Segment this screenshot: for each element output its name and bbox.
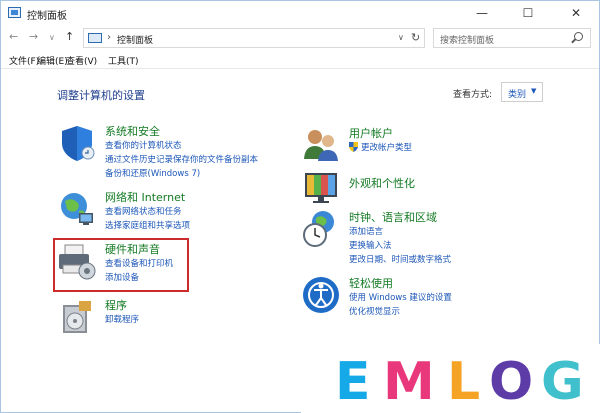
category-network-internet: 网络和 Internet 查看网络状态和任务 选择家庭组和共享选项 — [57, 189, 287, 233]
up-arrow-icon[interactable]: ↑ — [65, 30, 74, 43]
category-title[interactable]: 外观和个性化 — [349, 175, 415, 191]
shield-icon[interactable] — [57, 123, 97, 163]
monitor-palette-icon[interactable] — [301, 169, 341, 209]
category-title[interactable]: 轻松使用 — [349, 275, 393, 291]
link-file-history-backup[interactable]: 通过文件历史记录保存你的文件备份副本 — [105, 153, 258, 165]
view-by-select[interactable]: 类别 ▼ — [501, 82, 543, 102]
breadcrumb-separator-icon: › — [107, 32, 111, 43]
link-uninstall-program[interactable]: 卸载程序 — [105, 313, 139, 325]
view-by-caret-icon[interactable]: ▼ — [531, 87, 536, 95]
search-box[interactable]: 搜索控制面板 — [433, 28, 591, 48]
link-change-input-method[interactable]: 更换输入法 — [349, 239, 392, 251]
category-title[interactable]: 时钟、语言和区域 — [349, 209, 437, 225]
maximize-button[interactable]: ☐ — [505, 1, 551, 25]
category-title[interactable]: 网络和 Internet — [105, 189, 185, 205]
control-panel-icon — [8, 7, 21, 18]
navigation-bar: ← → ∨ ↑ › 控制面板 ∨ ↻ 搜索控制面板 — [1, 25, 599, 51]
recent-locations-dropdown-icon[interactable]: ∨ — [49, 33, 55, 42]
clock-globe-icon[interactable] — [301, 209, 341, 249]
hardware-sound-highlight-box — [53, 238, 189, 292]
content-area: 调整计算机的设置 查看方式: 类别 ▼ 系统和安全 查看你的计算机状态 通过文件… — [1, 69, 600, 413]
breadcrumb-control-panel[interactable]: 控制面板 — [117, 33, 153, 46]
forward-arrow-icon[interactable]: → — [29, 30, 38, 43]
link-optimize-visual-display[interactable]: 优化视觉显示 — [349, 305, 400, 317]
control-panel-icon — [88, 33, 102, 43]
menu-tools[interactable]: 工具(T) — [108, 54, 139, 67]
watermark-letter: G — [541, 352, 584, 412]
link-view-computer-status[interactable]: 查看你的计算机状态 — [105, 139, 182, 151]
category-user-accounts: 用户帐户 更改帐户类型 — [301, 125, 501, 161]
admin-shield-icon — [349, 142, 358, 152]
category-title[interactable]: 用户帐户 — [349, 125, 393, 141]
menu-edit[interactable]: 编辑(E) — [37, 54, 68, 67]
link-change-date-time-format[interactable]: 更改日期、时间或数字格式 — [349, 253, 451, 265]
link-homegroup-sharing[interactable]: 选择家庭组和共享选项 — [105, 219, 190, 231]
category-appearance: 外观和个性化 — [301, 169, 501, 209]
title-bar: 控制面板 — ☐ ✕ — [1, 1, 599, 25]
category-title[interactable]: 程序 — [105, 297, 127, 313]
address-bar[interactable]: › 控制面板 ∨ — [83, 28, 425, 48]
menu-file[interactable]: 文件(F) — [9, 54, 39, 67]
search-icon[interactable] — [574, 32, 583, 41]
close-button[interactable]: ✕ — [553, 1, 599, 25]
refresh-icon[interactable]: ↻ — [411, 31, 420, 44]
view-by-label: 查看方式: — [453, 90, 493, 100]
watermark-letter: O — [489, 352, 534, 412]
watermark-letter: L — [447, 352, 481, 412]
category-programs: 程序 卸载程序 — [57, 297, 187, 341]
view-by-value[interactable]: 类别 — [508, 87, 526, 100]
menu-view[interactable]: 查看(V) — [66, 54, 97, 67]
address-dropdown-icon[interactable]: ∨ — [398, 33, 404, 42]
search-input[interactable]: 搜索控制面板 — [440, 33, 494, 46]
control-panel-window: 控制面板 — ☐ ✕ ← → ∨ ↑ › 控制面板 ∨ ↻ 搜索控制面板 文件(… — [0, 0, 600, 413]
link-windows-recommended-settings[interactable]: 使用 Windows 建议的设置 — [349, 291, 452, 303]
window-title: 控制面板 — [27, 11, 67, 22]
network-globe-icon[interactable] — [57, 189, 97, 229]
link-change-account-type[interactable]: 更改帐户类型 — [361, 141, 412, 153]
menu-bar: 文件(F) 编辑(E) 查看(V) 工具(T) — [1, 51, 599, 69]
users-icon[interactable] — [301, 125, 341, 165]
emlog-watermark: E M L O G — [301, 344, 600, 413]
watermark-letter: E — [335, 352, 371, 412]
minimize-button[interactable]: — — [459, 1, 505, 25]
back-arrow-icon[interactable]: ← — [9, 30, 18, 43]
page-title: 调整计算机的设置 — [57, 89, 145, 102]
category-title[interactable]: 系统和安全 — [105, 123, 160, 139]
category-system-security: 系统和安全 查看你的计算机状态 通过文件历史记录保存你的文件备份副本 备份和还原… — [57, 123, 287, 183]
category-clock-language-region: 时钟、语言和区域 添加语言 更换输入法 更改日期、时间或数字格式 — [301, 209, 531, 269]
link-add-language[interactable]: 添加语言 — [349, 225, 383, 237]
category-ease-of-access: 轻松使用 使用 Windows 建议的设置 优化视觉显示 — [301, 275, 531, 319]
link-network-status[interactable]: 查看网络状态和任务 — [105, 205, 182, 217]
link-backup-restore[interactable]: 备份和还原(Windows 7) — [105, 167, 200, 179]
watermark-letter: M — [383, 352, 435, 412]
ease-of-access-icon[interactable] — [301, 275, 341, 315]
programs-disc-icon[interactable] — [57, 297, 97, 337]
